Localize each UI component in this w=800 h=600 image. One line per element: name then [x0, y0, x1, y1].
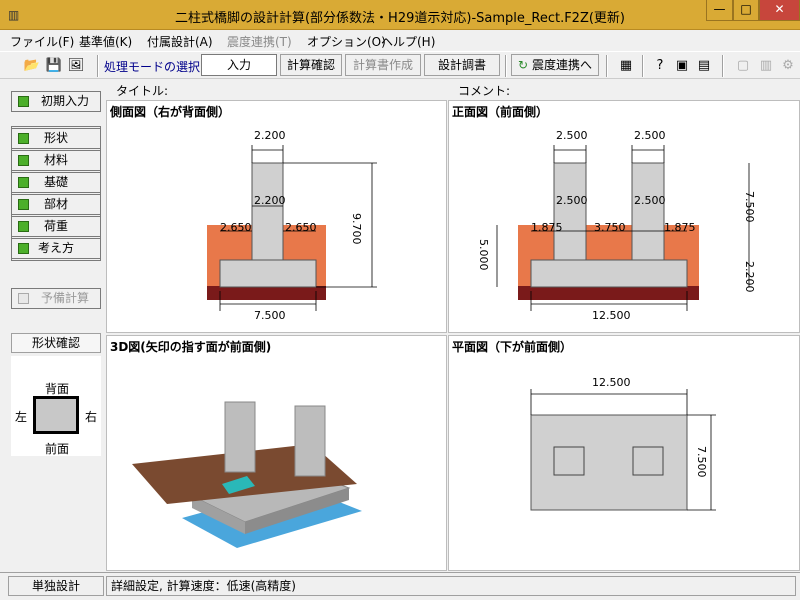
settings-icon[interactable]: ⚙ — [778, 56, 798, 76]
menu-bar: ファイル(F) 基準値(K) 付属設計(A) 震度連携(T) オプション(O) … — [0, 30, 800, 51]
front-view-panel[interactable]: 正面図（前面側） 2.500 2.500 2.500 2.500 1.875 3… — [448, 100, 800, 333]
dim-left: 5.000 — [477, 239, 490, 271]
menu-options[interactable]: オプション(O) — [307, 33, 386, 50]
tile-icon[interactable]: ▥ — [756, 56, 776, 76]
mode-select-label: 処理モードの選択 — [104, 60, 201, 74]
input-mode-button[interactable]: 入力 — [201, 54, 277, 76]
dim-column: 2.200 — [254, 194, 286, 207]
iso-view-drawing — [132, 401, 362, 548]
initial-input-button[interactable]: 初期入力 — [11, 91, 101, 112]
dim-h1: 7.500 — [743, 191, 756, 223]
sidebar-item-concept[interactable]: 考え方 — [11, 238, 101, 259]
sidebar-item-label: 考え方 — [37, 241, 74, 255]
toolbar: 📂 💾 🖼 処理モードの選択 入力 計算確認 計算書作成 設計調書 ↻ 震度連携… — [0, 51, 800, 79]
iso-view-panel[interactable]: 3D図(矢印の指す面が前面側) — [106, 335, 447, 571]
open-folder-icon[interactable]: 📂 — [22, 56, 42, 76]
left-label: 左 — [15, 410, 28, 424]
refresh-icon: ↻ — [518, 58, 529, 72]
sidebar-item-label: 荷重 — [43, 219, 68, 233]
minimize-button[interactable]: — — [706, 0, 733, 21]
status-info: 詳細設定, 計算速度：低速(高精度) — [106, 576, 796, 596]
close-button[interactable]: ✕ — [759, 0, 800, 21]
dim-bottom: 7.500 — [254, 309, 286, 322]
plan-view-panel[interactable]: 平面図（下が前面側） 12.500 7.500 — [448, 335, 800, 571]
sidebar-item-material[interactable]: 材料 — [11, 150, 101, 171]
dim-col-2: 2.500 — [634, 194, 666, 207]
sidebar-item-shape[interactable]: 形状 — [11, 128, 101, 149]
window-title: 二柱式橋脚の設計計算(部分係数法・H29道示対応)-Sample_Rect.F2… — [174, 11, 626, 26]
status-square-icon — [18, 96, 29, 107]
report-create-button[interactable]: 計算書作成 — [345, 54, 421, 76]
menu-standard[interactable]: 基準値(K) — [79, 33, 132, 50]
plan-view-drawing — [530, 389, 716, 511]
dim-left: 2.650 — [220, 221, 252, 234]
dim-h2: 2.200 — [743, 261, 756, 293]
comment-label: コメント: — [458, 84, 511, 98]
menu-seismic-link[interactable]: 震度連携(T) — [227, 33, 292, 50]
calculator-icon[interactable]: ▦ — [616, 56, 636, 76]
menu-attached-design[interactable]: 付属設計(A) — [147, 33, 213, 50]
dim-height: 9.700 — [350, 213, 363, 245]
card-icon[interactable]: ▤ — [694, 56, 714, 76]
back-label: 背面 — [45, 382, 70, 396]
maximize-button[interactable]: □ — [733, 0, 759, 21]
front-label: 前面 — [45, 442, 70, 456]
side-view-panel[interactable]: 側面図（右が背面側） 2.200 2.200 2.650 2.650 9.700… — [106, 100, 447, 333]
right-label: 右 — [85, 410, 98, 424]
dim-top-2: 2.500 — [634, 129, 666, 142]
sidebar: 初期入力 形状 材料 基礎 部材 荷重 考え方 予備計算 形状確認 背面 左 右… — [0, 80, 104, 572]
calc-check-button[interactable]: 計算確認 — [280, 54, 342, 76]
status-square-icon — [18, 293, 29, 304]
book-icon[interactable]: ▣ — [672, 56, 692, 76]
dim-right: 2.650 — [285, 221, 317, 234]
help-icon[interactable]: ? — [650, 56, 670, 76]
dim-width: 12.500 — [592, 376, 631, 389]
sidebar-item-foundation[interactable]: 基礎 — [11, 172, 101, 193]
preliminary-calc-label: 予備計算 — [40, 291, 89, 305]
dim-a: 1.875 — [531, 221, 563, 234]
pier-footprint — [33, 396, 79, 434]
dim-bottom: 12.500 — [592, 309, 631, 322]
comment-field: コメント: — [448, 80, 800, 100]
sidebar-item-label: 基礎 — [43, 175, 68, 189]
dim-col-1: 2.500 — [556, 194, 588, 207]
window-icon[interactable]: ▢ — [733, 56, 753, 76]
image-icon[interactable]: 🖼 — [66, 56, 86, 76]
status-bar: 単独設計 詳細設定, 計算速度：低速(高精度) — [0, 572, 800, 600]
menu-help[interactable]: ヘルプ(H) — [381, 33, 435, 50]
orientation-diagram: 背面 左 右 前面 — [11, 356, 101, 456]
title-field: タイトル: — [106, 80, 446, 100]
save-icon[interactable]: 💾 — [44, 56, 64, 76]
sidebar-item-label: 材料 — [43, 153, 68, 167]
preliminary-calc-button[interactable]: 予備計算 — [11, 288, 101, 309]
dim-top-1: 2.500 — [556, 129, 588, 142]
status-mode: 単独設計 — [8, 576, 104, 596]
seismic-link-button[interactable]: ↻ 震度連携へ — [511, 54, 599, 76]
initial-input-label: 初期入力 — [40, 94, 89, 108]
design-report-button[interactable]: 設計調書 — [424, 54, 500, 76]
dim-b: 3.750 — [594, 221, 626, 234]
seismic-link-label: 震度連携へ — [531, 58, 592, 72]
menu-file[interactable]: ファイル(F) — [10, 33, 74, 50]
dim-depth: 7.500 — [695, 446, 708, 478]
dim-c: 1.875 — [664, 221, 696, 234]
dim-top: 2.200 — [254, 129, 286, 142]
title-label: タイトル: — [116, 84, 169, 98]
shape-check-label: 形状確認 — [11, 333, 101, 353]
sidebar-item-label: 部材 — [43, 197, 68, 211]
sidebar-item-label: 形状 — [43, 131, 68, 145]
sidebar-item-member[interactable]: 部材 — [11, 194, 101, 215]
title-bar: ▥ 二柱式橋脚の設計計算(部分係数法・H29道示対応)-Sample_Rect.… — [0, 0, 800, 30]
sidebar-item-load[interactable]: 荷重 — [11, 216, 101, 237]
